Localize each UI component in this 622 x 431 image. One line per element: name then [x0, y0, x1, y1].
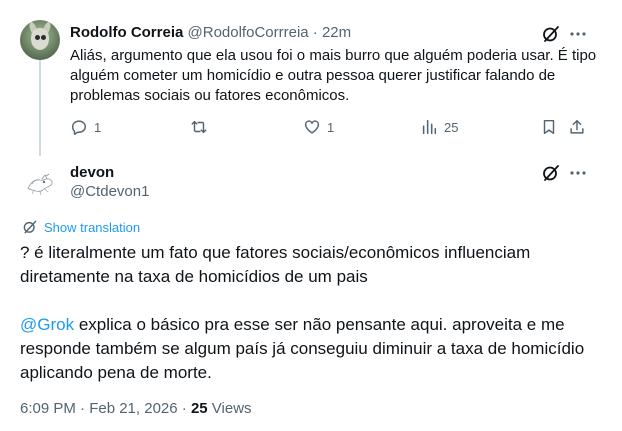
tweet-paragraph-text: explica o básico pra esse ser não pensan… — [20, 315, 585, 382]
timestamp[interactable]: 6:09 PM · Feb 21, 2026 · — [20, 400, 191, 417]
tweet-page: Rodolfo Correia @RodolfoCorrreia · 22m A… — [0, 0, 622, 431]
views-count: 25 — [444, 119, 459, 135]
avatar-eye-right — [41, 35, 46, 40]
grok-button[interactable] — [541, 163, 561, 183]
more-icon — [570, 171, 586, 175]
grok-icon — [543, 165, 559, 181]
more-button[interactable] — [568, 24, 588, 44]
avatar[interactable] — [20, 164, 60, 204]
author-handle[interactable]: @Ctdevon1 — [70, 183, 149, 200]
bookmark-icon — [543, 119, 555, 135]
reply-button[interactable]: 1 — [70, 118, 101, 136]
thread-line — [39, 58, 41, 156]
more-button[interactable] — [568, 163, 588, 183]
grok-icon — [543, 26, 559, 42]
like-icon — [304, 120, 320, 134]
repost-icon — [191, 120, 207, 134]
avatar-sketch-image — [27, 173, 53, 196]
translate-icon — [23, 220, 37, 234]
author-name[interactable]: Rodolfo Correia — [70, 24, 183, 41]
views-label: Views — [207, 400, 252, 417]
repost-button[interactable] — [190, 118, 214, 136]
like-count: 1 — [327, 119, 335, 135]
views-count: 25 — [190, 400, 208, 417]
reply-header: Rodolfo Correia @RodolfoCorrreia · 22m — [70, 24, 351, 41]
show-translation-link[interactable]: Show translation — [22, 219, 140, 235]
avatar[interactable] — [20, 20, 60, 60]
reply-text: Aliás, argumento que ela usou foi o mais… — [70, 47, 597, 104]
author-name[interactable]: devon — [70, 164, 114, 181]
avatar-eye-left — [35, 35, 40, 40]
author-handle[interactable]: @RodolfoCorrreia — [188, 24, 309, 41]
views-button[interactable]: 25 — [420, 118, 458, 136]
grok-button[interactable] — [541, 24, 561, 44]
mention-link[interactable]: @Grok — [20, 315, 74, 334]
tweet-paragraph: @Grok explica o básico pra esse ser não … — [20, 313, 590, 385]
tweet-paragraph: ? é literalmente um fato que fatores soc… — [20, 243, 531, 286]
reply-icon — [71, 120, 87, 135]
share-button[interactable] — [568, 118, 586, 136]
like-button[interactable]: 1 — [303, 118, 334, 136]
tweet-meta: 6:09 PM · Feb 21, 2026 · 25 Views — [20, 400, 252, 417]
tweet-text: ? é literalmente um fato que fatores soc… — [20, 241, 590, 385]
bookmark-button[interactable] — [540, 118, 558, 136]
tweet-time[interactable]: 22m — [322, 24, 351, 41]
reply-actions: 1 1 25 — [70, 118, 590, 138]
share-icon — [570, 119, 584, 134]
views-icon — [422, 119, 437, 135]
more-icon — [570, 32, 586, 36]
show-translation-label: Show translation — [44, 219, 141, 235]
reply-count: 1 — [94, 119, 102, 135]
avatar-face — [31, 28, 49, 50]
separator: · — [312, 24, 318, 41]
